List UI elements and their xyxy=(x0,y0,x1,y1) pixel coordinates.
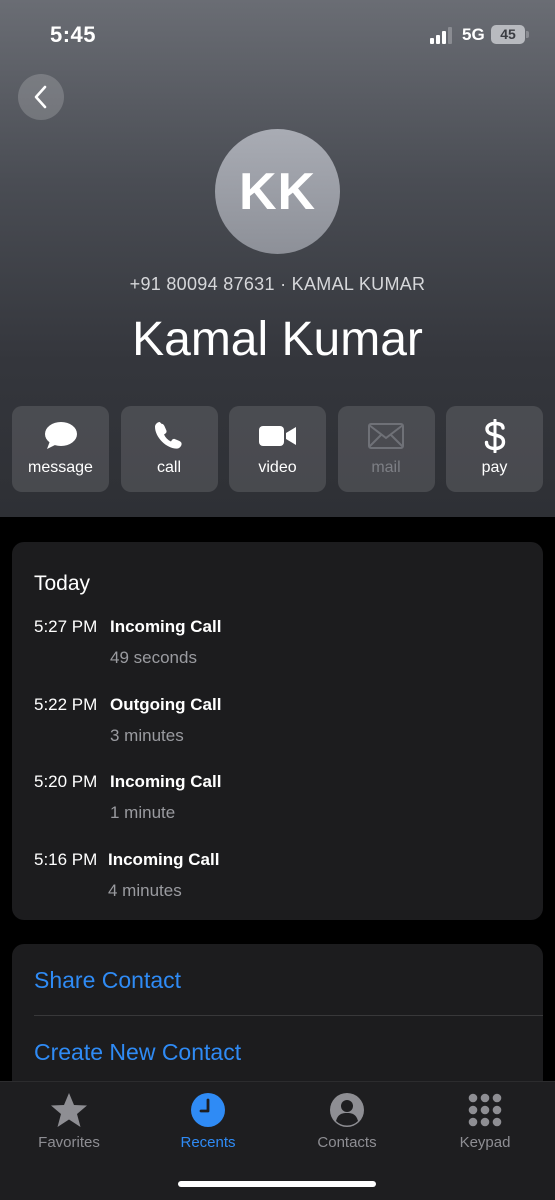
call-row: 5:16 PM Incoming Call 4 minutes xyxy=(12,850,543,910)
video-camera-icon xyxy=(258,421,297,451)
keypad-icon xyxy=(467,1092,503,1128)
tab-recents-label: Recents xyxy=(180,1134,236,1151)
battery-icon: 45 xyxy=(491,25,529,44)
envelope-icon xyxy=(368,421,404,451)
call-history-card: Today 5:27 PM Incoming Call 49 seconds 5… xyxy=(12,542,543,920)
back-button[interactable] xyxy=(18,74,64,120)
call-type: Incoming Call xyxy=(110,772,222,791)
call-history-heading: Today xyxy=(34,572,91,595)
pay-label: pay xyxy=(481,459,508,476)
contact-header: 5:45 5G 45 KK +91 80094 87631 · KAMAL KU… xyxy=(0,0,555,517)
call-duration: 4 minutes xyxy=(108,881,182,900)
status-bar: 5:45 5G 45 xyxy=(0,0,555,70)
call-row: 5:27 PM Incoming Call 49 seconds xyxy=(12,617,543,677)
call-duration: 1 minute xyxy=(110,803,176,822)
video-button[interactable]: video xyxy=(229,406,326,492)
avatar-initials: KK xyxy=(238,162,317,221)
call-time: 5:22 PM xyxy=(34,695,98,714)
dollar-icon xyxy=(484,419,506,453)
call-time: 5:20 PM xyxy=(34,772,98,791)
pay-button[interactable]: pay xyxy=(446,406,543,492)
phone-icon xyxy=(155,421,183,451)
action-buttons: message call video mail pay xyxy=(12,406,543,492)
star-icon xyxy=(50,1092,88,1128)
call-label: call xyxy=(156,459,181,476)
person-circle-icon xyxy=(329,1092,365,1128)
mail-label: mail xyxy=(371,459,401,476)
tab-favorites[interactable]: Favorites xyxy=(9,1092,129,1151)
avatar[interactable]: KK xyxy=(215,129,340,254)
message-bubble-icon xyxy=(44,421,78,451)
call-time: 5:27 PM xyxy=(34,617,98,636)
call-type: Incoming Call xyxy=(108,850,220,869)
video-label: video xyxy=(258,459,297,476)
tab-favorites-label: Favorites xyxy=(38,1134,100,1151)
mail-button[interactable]: mail xyxy=(337,406,435,492)
message-label: message xyxy=(28,459,93,476)
call-button[interactable]: call xyxy=(120,406,218,492)
call-duration: 3 minutes xyxy=(110,726,184,745)
tab-contacts-label: Contacts xyxy=(317,1134,377,1151)
call-row: 5:22 PM Outgoing Call 3 minutes xyxy=(12,695,543,755)
call-row: 5:20 PM Incoming Call 1 minute xyxy=(12,772,543,832)
create-new-contact-link[interactable]: Create New Contact xyxy=(34,1039,241,1066)
chevron-left-icon xyxy=(34,85,47,109)
call-type: Outgoing Call xyxy=(110,695,222,714)
home-indicator xyxy=(178,1181,376,1187)
tab-keypad[interactable]: Keypad xyxy=(425,1092,545,1151)
call-type: Incoming Call xyxy=(110,617,222,636)
share-contact-link[interactable]: Share Contact xyxy=(34,967,181,994)
cellular-signal-icon xyxy=(430,26,456,44)
message-button[interactable]: message xyxy=(12,406,109,492)
clock-icon xyxy=(190,1092,226,1128)
tab-keypad-label: Keypad xyxy=(459,1134,511,1151)
contact-subtitle: +91 80094 87631 · KAMAL KUMAR xyxy=(129,274,426,294)
network-type: 5G xyxy=(462,25,485,44)
tab-recents[interactable]: Recents xyxy=(148,1092,268,1151)
call-duration: 49 seconds xyxy=(110,648,197,667)
contact-name: Kamal Kumar xyxy=(132,313,423,366)
contact-links-card: Share Contact Create New Contact xyxy=(12,944,543,1094)
tab-contacts[interactable]: Contacts xyxy=(287,1092,407,1151)
divider xyxy=(34,1015,543,1016)
call-time: 5:16 PM xyxy=(34,850,98,869)
status-time: 5:45 xyxy=(50,22,97,47)
